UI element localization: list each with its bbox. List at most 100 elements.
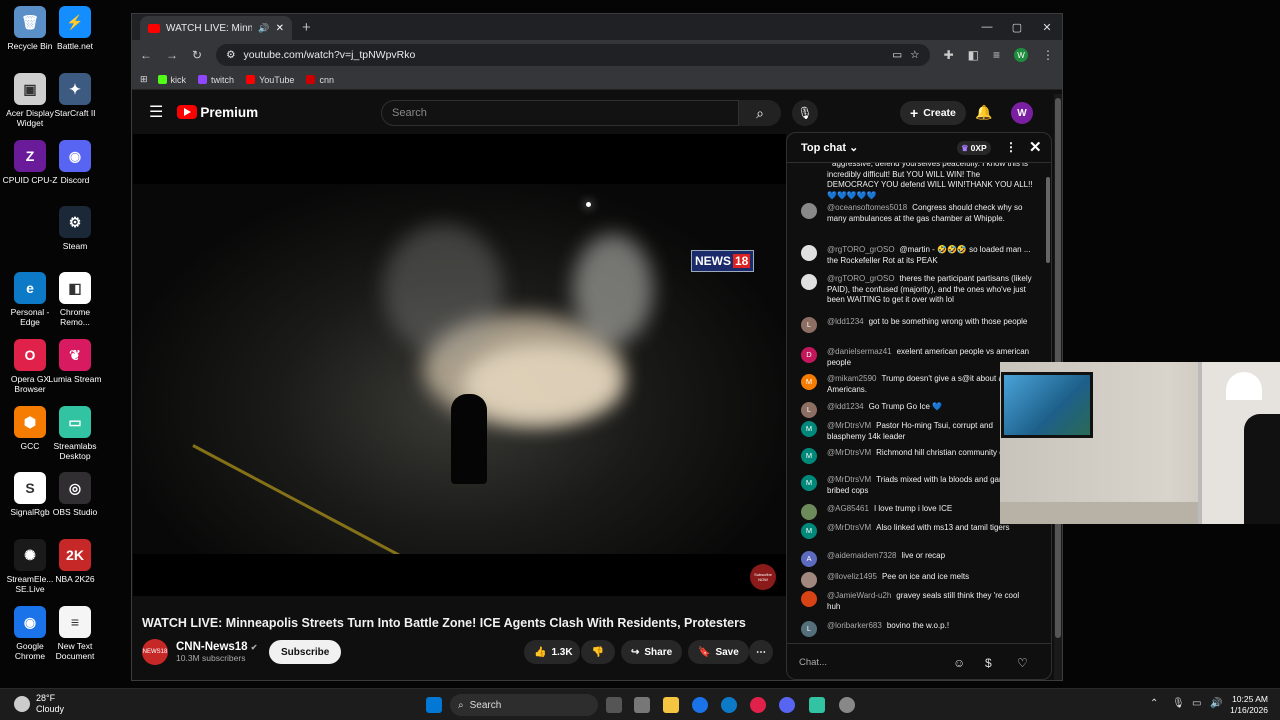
desktop-icon[interactable]: ⚡ Battle.net <box>46 6 104 51</box>
chat-avatar[interactable]: M <box>801 475 817 491</box>
chat-message[interactable]: L @loribarker683 bovino the w.o.p.! <box>801 621 1033 637</box>
maximize-icon[interactable]: ▢ <box>1002 14 1032 40</box>
chat-message[interactable]: aggressive, defend yourselves peacefully… <box>801 163 1033 201</box>
channel-info[interactable]: NEWS18 CNN-News18 ✔ 10.3M subscribers <box>142 639 257 665</box>
chat-avatar[interactable]: M <box>801 421 817 437</box>
omnibox[interactable]: ⚙ youtube.com/watch?v=j_tpNWpvRko ▭ ☆ <box>216 44 930 66</box>
save-button[interactable]: 🔖 Save <box>688 640 749 664</box>
apps-icon[interactable]: ⊞ <box>140 74 148 85</box>
chat-author[interactable]: @ldd1234 <box>827 317 864 326</box>
cast-icon[interactable]: ▭ <box>892 49 902 61</box>
discord-taskbar-icon[interactable] <box>779 697 795 713</box>
edge-taskbar-icon[interactable] <box>721 697 737 713</box>
chat-message[interactable]: @JamieWard-u2h gravey seals still think t… <box>801 591 1033 612</box>
like-button[interactable]: 👍 1.3K <box>524 640 580 664</box>
chat-message[interactable]: A @aidemaidem7328 live or recap <box>801 551 1033 567</box>
extensions-icon[interactable]: ✚ <box>944 48 954 62</box>
voice-search-button[interactable]: 🎙 <box>792 100 818 126</box>
chat-avatar[interactable]: L <box>801 402 817 418</box>
chat-author[interactable]: @AG85461 <box>827 504 869 513</box>
chat-avatar[interactable] <box>801 591 817 607</box>
desktop-icon[interactable]: ◎ OBS Studio <box>46 472 104 517</box>
chat-avatar[interactable] <box>801 203 817 219</box>
chat-message[interactable]: M @mikam2590 Trump doesn't give a s@it abo… <box>801 374 1033 395</box>
channel-name[interactable]: CNN-News18 <box>176 641 248 653</box>
chat-avatar[interactable]: D <box>801 347 817 363</box>
chat-author[interactable]: @rgTORO_grOSO <box>827 245 895 254</box>
back-icon[interactable]: ← <box>140 48 152 62</box>
media-icon[interactable]: ≡ <box>993 48 1000 62</box>
app-taskbar-icon[interactable] <box>839 697 855 713</box>
notifications-bell-icon[interactable]: 🔔 <box>975 104 992 121</box>
bookmark-item[interactable]: twitch <box>198 75 234 85</box>
tab-youtube[interactable]: WATCH LIVE: Minneapolis S 🔊 ✕ <box>140 16 292 40</box>
site-info-icon[interactable]: ⚙ <box>226 49 235 61</box>
start-icon[interactable] <box>426 697 442 713</box>
chat-author[interactable]: @oceansoftomes5018 <box>827 203 907 212</box>
chat-input[interactable]: Chat... ☺ $ ♡ <box>787 643 1051 679</box>
desktop-icon[interactable]: ≡ New Text Document <box>46 606 104 661</box>
microphone-tray-icon[interactable]: 🎙 <box>1172 698 1185 709</box>
desktop-icon[interactable]: ❦ Lumia Stream <box>46 339 104 384</box>
desktop-icon[interactable]: ◉ Discord <box>46 140 104 185</box>
desktop-icon[interactable]: 2K NBA 2K26 <box>46 539 104 584</box>
subscribe-button[interactable]: Subscribe <box>269 640 342 664</box>
chat-author[interactable]: @MrDtrsVM <box>827 475 871 484</box>
video-player[interactable]: NEWS 18 Subscribe NOW <box>133 134 786 596</box>
tray-chevron-icon[interactable]: ⌃ <box>1150 698 1158 709</box>
speaker-icon[interactable]: 🔊 <box>258 23 269 34</box>
taskbar-search[interactable]: ⌕ Search <box>450 694 598 716</box>
account-avatar[interactable]: W <box>1011 102 1033 124</box>
chat-author[interactable]: @MrDtrsVM <box>827 523 871 532</box>
chat-author[interactable]: @lloveliz1495 <box>827 572 877 581</box>
bookmark-item[interactable]: cnn <box>306 75 334 85</box>
new-tab-button[interactable]: + <box>302 19 311 36</box>
super-chat-icon[interactable]: $ <box>985 656 992 670</box>
chat-message[interactable]: L @ldd1234 got to be something wrong with … <box>801 317 1033 333</box>
chrome-menu-icon[interactable]: ⋮ <box>1042 48 1054 62</box>
widgets-icon[interactable] <box>634 697 650 713</box>
youtube-logo[interactable]: Premium <box>177 105 258 120</box>
chat-author[interactable]: @aidemaidem7328 <box>827 551 897 560</box>
chat-message[interactable]: D @danielsermaz41 exelent american people … <box>801 347 1033 368</box>
chat-message[interactable]: @AG85461 I love trump i love ICE <box>801 504 1033 520</box>
dislike-button[interactable]: 👎 <box>581 640 615 664</box>
subscribe-watermark[interactable]: Subscribe NOW <box>750 564 776 590</box>
chat-message[interactable]: M @MrDtrsVM Pastor Ho-ming Tsui, corrupt a… <box>801 421 1033 442</box>
create-button[interactable]: + Create <box>900 101 966 125</box>
network-icon[interactable]: ▭ <box>1192 698 1201 709</box>
chat-author[interactable]: @JamieWard-u2h <box>827 591 891 600</box>
chat-author[interactable]: @danielsermaz41 <box>827 347 892 356</box>
chat-avatar[interactable]: M <box>801 523 817 539</box>
chat-message[interactable]: @rgTORO_grOSO theres the participant part… <box>801 274 1033 306</box>
chat-author[interactable]: @ldd1234 <box>827 402 864 411</box>
chat-avatar[interactable]: L <box>801 621 817 637</box>
file-explorer-icon[interactable] <box>663 697 679 713</box>
search-input[interactable]: Search <box>381 100 739 126</box>
desktop-icon[interactable]: ◧ Chrome Remo... <box>46 272 104 327</box>
task-view-icon[interactable] <box>606 697 622 713</box>
channel-avatar[interactable]: NEWS18 <box>142 639 168 665</box>
more-actions-button[interactable]: ⋯ <box>749 640 773 664</box>
chat-message[interactable]: @oceansoftomes5018 Congress should check … <box>801 203 1033 224</box>
share-button[interactable]: ↪ Share <box>621 640 683 664</box>
bookmark-item[interactable]: kick <box>157 75 186 85</box>
volume-icon[interactable]: 🔊 <box>1210 698 1222 709</box>
close-window-icon[interactable]: ✕ <box>1032 14 1062 40</box>
opera-taskbar-icon[interactable] <box>750 697 766 713</box>
streamlabs-taskbar-icon[interactable] <box>809 697 825 713</box>
close-chat-icon[interactable]: ✕ <box>1029 138 1042 156</box>
chat-author[interactable]: @MrDtrsVM <box>827 421 871 430</box>
chat-avatar[interactable]: M <box>801 374 817 390</box>
chat-mode-dropdown[interactable]: Top chat ⌄ <box>801 141 858 154</box>
xp-badge[interactable]: ♛ 0XP <box>957 141 991 155</box>
chat-avatar[interactable] <box>801 274 817 290</box>
emoji-icon[interactable]: ☺ <box>953 656 965 670</box>
reload-icon[interactable]: ↻ <box>192 48 202 62</box>
chat-message[interactable]: M @MrDtrsVM Triads mixed with la bloods an… <box>801 475 1033 496</box>
chat-author[interactable]: @MrDtrsVM <box>827 448 871 457</box>
sidepanel-icon[interactable]: ◧ <box>968 48 979 62</box>
chrome-taskbar-icon[interactable] <box>692 697 708 713</box>
chat-avatar[interactable] <box>801 572 817 588</box>
chat-avatar[interactable] <box>801 245 817 261</box>
